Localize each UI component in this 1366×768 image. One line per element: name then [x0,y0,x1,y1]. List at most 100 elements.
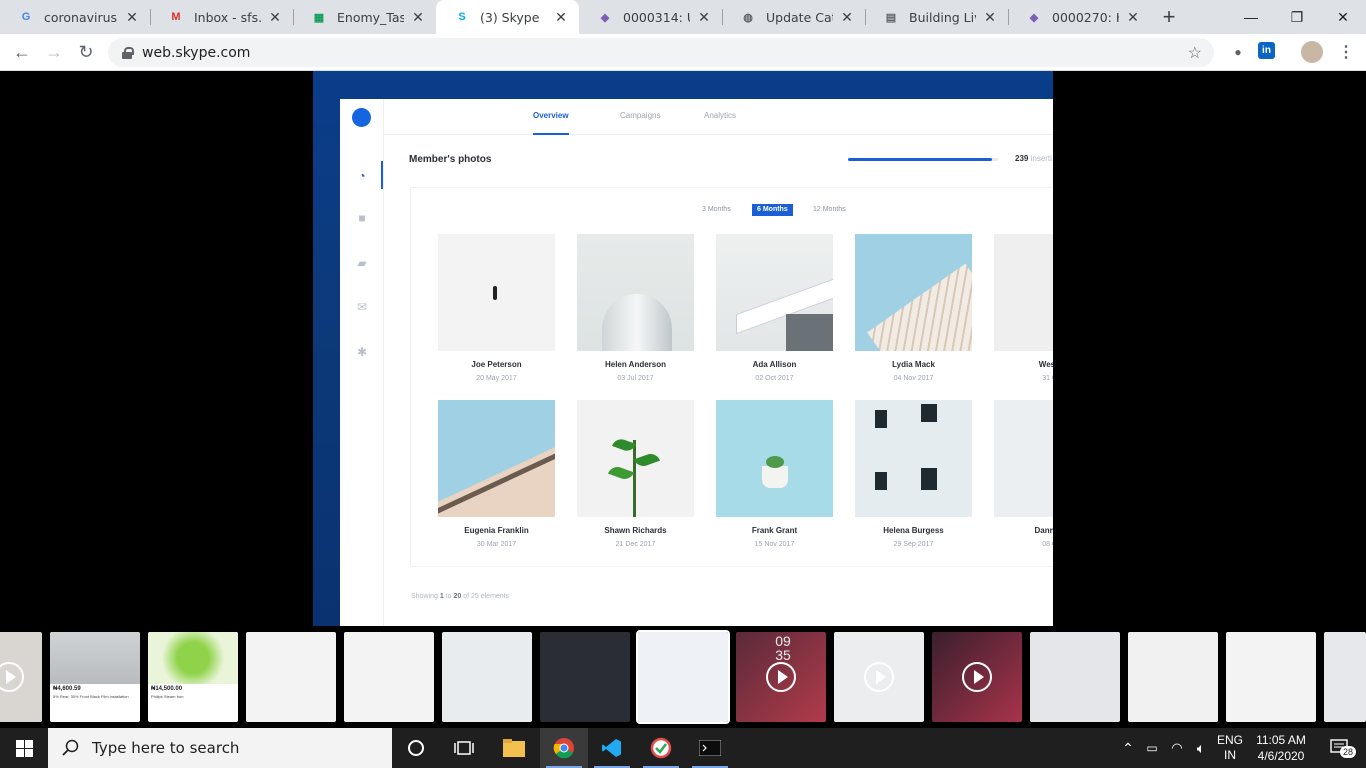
tab-close-icon[interactable]: ✕ [410,9,426,26]
terminal-icon[interactable] [686,728,734,768]
photo-card[interactable]: Frank Grant 15 Nov 2017 [716,400,833,548]
clock[interactable]: 11:05 AM 4/6/2020 [1250,728,1312,768]
strip-thumb-5[interactable] [344,632,434,722]
filter-6-months[interactable]: 6 Months [752,204,793,216]
browser-tab[interactable]: ▦ Enomy_Task_B ✕ [293,0,436,34]
filter-3-months[interactable]: 3 Months [697,204,736,216]
battery-icon[interactable]: ▭ [1142,728,1162,768]
browser-tab[interactable]: Gcoronavirus up ✕ [0,0,150,34]
start-button[interactable] [0,728,48,768]
tab-close-icon[interactable]: ✕ [1125,9,1141,26]
minimize-button[interactable]: — [1228,0,1274,34]
folder-icon[interactable]: ▰ [355,256,369,270]
strip-thumb-14[interactable] [1226,632,1316,722]
tab-overview[interactable]: Overview [533,111,569,120]
strip-thumb-8-selected[interactable] [636,630,730,724]
vscode-icon[interactable] [588,728,636,768]
menu-kebab-icon[interactable]: ⋮ [1336,42,1356,62]
photo-card[interactable]: Helen Anderson 03 Jul 2017 [577,234,694,382]
strip-thumb-12[interactable] [1030,632,1120,722]
showing-suffix: of 25 elements [463,593,510,600]
chrome-taskbar-icon[interactable] [540,728,588,768]
browser-tab[interactable]: ◆ 0000270: Hide ✕ [1008,0,1151,34]
strip-thumb-7[interactable] [540,632,630,722]
dashboard-icon[interactable]: ◔ [355,169,369,183]
strip-thumb-1[interactable] [0,632,42,722]
browser-tab[interactable]: ◍ Update Catego ✕ [722,0,865,34]
close-window-button[interactable]: ✕ [1320,0,1366,34]
photo-thumbnail [438,400,555,517]
taskbar-search[interactable]: Type here to search [48,728,392,768]
strip-thumb-9[interactable]: 09 35 [736,632,826,722]
strip-thumb-2[interactable]: ₦4,600.59 5% Rear, 30% Front Black Film … [50,632,140,722]
tab-close-icon[interactable]: ✕ [839,9,855,26]
bookmark-star-icon[interactable]: ☆ [1188,43,1202,63]
wifi-icon[interactable]: ◠ [1166,728,1188,768]
photo-name: Wesley [1038,360,1053,369]
tab-campaigns[interactable]: Campaigns [620,111,660,120]
photo-card[interactable]: Danny Fe 08 Oct [994,400,1053,548]
tab-close-icon[interactable]: ✕ [696,9,712,26]
tab-close-icon[interactable]: ✕ [553,9,569,26]
tab-title: Inbox - sfs.aasl [194,9,261,25]
browser-tab[interactable]: ◆ 0000314: Upda ✕ [579,0,722,34]
strip-thumb-3[interactable]: ₦14,500.00 Philips Steam Iron [148,632,238,722]
strip-thumb-10[interactable] [834,632,924,722]
linkedin-extension-icon[interactable]: in [1258,42,1275,59]
reload-button[interactable]: ↻ [72,38,100,66]
back-button[interactable]: ← [8,38,36,66]
filter-12-months[interactable]: 12 Months [808,204,851,216]
iron-image [148,632,238,684]
photo-card[interactable]: Joe Peterson 20 May 2017 [438,234,555,382]
window-controls: — ❐ ✕ [1228,0,1366,34]
browser-tab[interactable]: ▤ Building Live S ✕ [865,0,1008,34]
photo-name: Eugenia Franklin [464,526,529,535]
arrow-right-icon: → [45,41,63,62]
photo-card[interactable]: Wesley 31 Oct [994,234,1053,382]
mail-icon[interactable]: ✉ [355,300,369,314]
chat-icon[interactable]: ■ [355,211,369,225]
dashboard-card: ◔ ■ ▰ ✉ ✱ Overview Campaigns Analytics M… [340,99,1053,626]
tab-close-icon[interactable]: ✕ [982,9,998,26]
top-tabs: Overview Campaigns Analytics [384,99,1053,135]
lang-bottom: IN [1224,748,1236,762]
tab-analytics[interactable]: Analytics [704,111,736,120]
photo-card[interactable]: Shawn Richards 21 Dec 2017 [577,400,694,548]
browser-tab[interactable]: S (3) Skype ✕ [436,0,579,34]
address-bar[interactable]: web.skype.com ☆ [108,38,1214,67]
strip-thumb-11[interactable] [932,632,1022,722]
notification-center[interactable]: 28 [1320,728,1360,768]
task-view-icon[interactable] [440,728,488,768]
browser-tab[interactable]: M Inbox - sfs.aasl ✕ [150,0,293,34]
gear-icon[interactable]: ✱ [355,345,369,359]
new-tab-button[interactable]: + [1151,0,1187,34]
volume-icon[interactable]: 🔈︎ [1190,728,1212,768]
photo-card[interactable]: Eugenia Franklin 30 Mar 2017 [438,400,555,548]
cortana-icon[interactable] [392,728,440,768]
strip-thumb-6[interactable] [442,632,532,722]
photo-date: 31 Oct [1042,375,1053,382]
profile-avatar[interactable] [1301,41,1323,63]
strip-thumb-13[interactable] [1128,632,1218,722]
restore-button[interactable]: ❐ [1274,0,1320,34]
strip-thumb-4[interactable] [246,632,336,722]
browser-toolbar: ← → ↻ web.skype.com ☆ [0,34,1366,71]
language-indicator[interactable]: ENG IN [1214,728,1246,768]
strip-label-1: 5% Rear, 30% Front Black Film installati… [53,694,129,699]
tab-close-icon[interactable]: ✕ [124,9,140,26]
progress-fill [848,158,992,161]
photo-name: Joe Peterson [471,360,522,369]
tray-overflow-icon[interactable]: ⌃ [1118,728,1138,768]
extension-icon[interactable]: ● [1228,42,1248,62]
photo-card[interactable]: Ada Allison 02 Oct 2017 [716,234,833,382]
photo-name: Ada Allison [752,360,797,369]
strip-thumb-15[interactable] [1324,632,1366,722]
forward-button[interactable]: → [40,38,68,66]
tab-close-icon[interactable]: ✕ [267,9,283,26]
photo-card[interactable]: Lydia Mack 04 Nov 2017 [855,234,972,382]
photo-card[interactable]: Helena Burgess 29 Sep 2017 [855,400,972,548]
file-explorer-icon[interactable] [490,728,538,768]
gmail-icon: M [171,11,181,23]
app-logo[interactable] [352,108,371,127]
task-app-icon[interactable] [637,728,685,768]
